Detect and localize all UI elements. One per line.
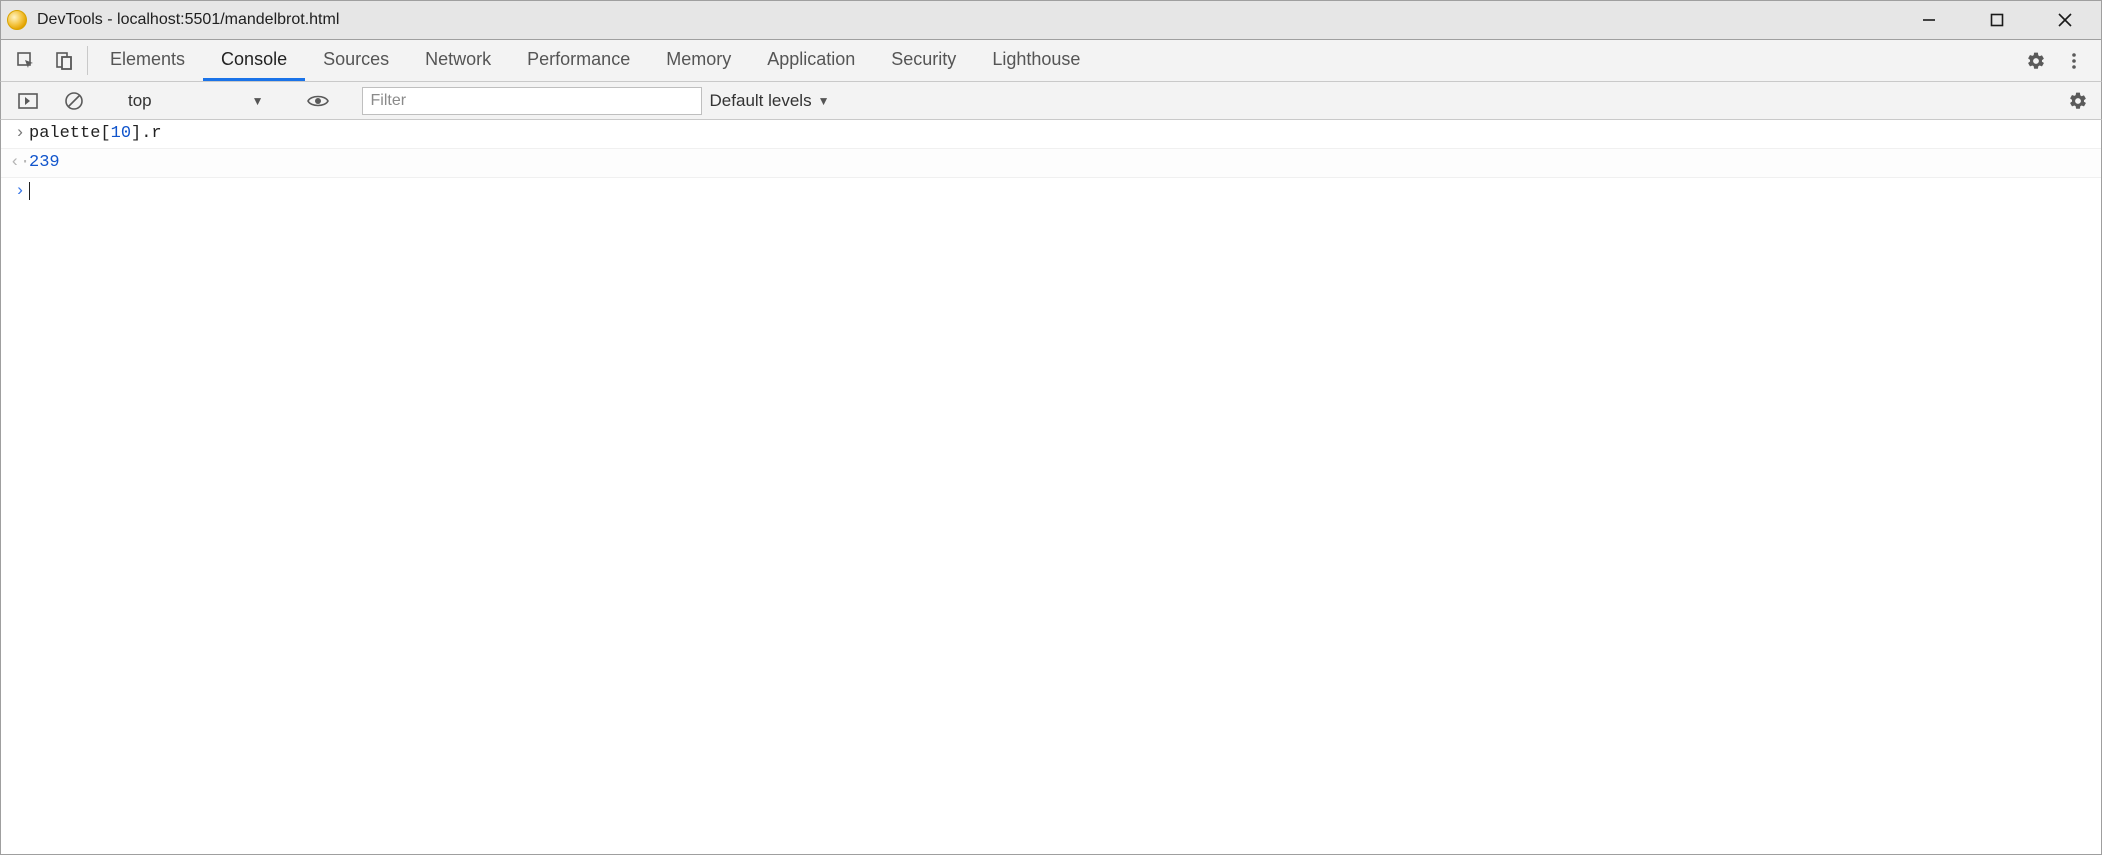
expr-part: ].r	[131, 124, 162, 143]
console-input-expression: palette[10].r	[29, 121, 162, 147]
maximize-icon	[1990, 13, 2004, 27]
tab-application[interactable]: Application	[749, 40, 873, 81]
minimize-icon	[1921, 12, 1937, 28]
tabbar-right-tools	[2004, 40, 2095, 81]
clear-icon	[64, 91, 84, 111]
live-expression-button[interactable]	[299, 93, 337, 109]
dropdown-icon: ▼	[818, 94, 830, 108]
inspect-icon	[16, 51, 36, 71]
devtools-tabbar: Elements Console Sources Network Perform…	[0, 40, 2102, 82]
gear-icon	[2068, 91, 2088, 111]
divider	[87, 46, 88, 75]
window-close-button[interactable]	[2045, 6, 2085, 34]
execution-context-select[interactable]: top ▼	[118, 91, 274, 111]
tab-security[interactable]: Security	[873, 40, 974, 81]
prompt-icon: ›	[11, 179, 29, 205]
inspect-element-button[interactable]	[7, 40, 45, 81]
window-titlebar: DevTools - localhost:5501/mandelbrot.htm…	[0, 0, 2102, 40]
console-toolbar: top ▼ Default levels ▼	[0, 82, 2102, 120]
dropdown-icon: ▼	[252, 94, 264, 108]
tab-console[interactable]: Console	[203, 40, 305, 81]
window-controls	[1909, 6, 2095, 34]
tab-network[interactable]: Network	[407, 40, 509, 81]
panel-tabs: Elements Console Sources Network Perform…	[92, 40, 1098, 81]
device-icon	[54, 51, 74, 71]
prompt-icon: ›	[11, 121, 29, 147]
tab-memory[interactable]: Memory	[648, 40, 749, 81]
tabbar-spacer	[1098, 40, 2004, 81]
console-prompt-input[interactable]	[29, 179, 30, 205]
sidebar-toggle-icon	[18, 93, 38, 109]
window-maximize-button[interactable]	[1977, 6, 2017, 34]
console-input-row: › palette[10].r	[1, 120, 2101, 149]
device-toolbar-button[interactable]	[45, 40, 83, 81]
tab-sources[interactable]: Sources	[305, 40, 407, 81]
text-cursor	[29, 182, 30, 200]
console-filter-input[interactable]	[362, 87, 702, 115]
more-menu-button[interactable]	[2059, 46, 2089, 76]
settings-button[interactable]	[2021, 46, 2051, 76]
context-label: top	[128, 91, 152, 111]
console-body[interactable]: › palette[10].r ‹· 239 ›	[0, 120, 2102, 855]
levels-label: Default levels	[710, 91, 812, 111]
kebab-icon	[2065, 52, 2083, 70]
expr-part: palette[	[29, 124, 111, 143]
console-prompt-row[interactable]: ›	[1, 178, 2101, 206]
toggle-sidebar-button[interactable]	[9, 93, 47, 109]
eye-icon	[307, 93, 329, 109]
gear-icon	[2026, 51, 2046, 71]
console-output-row: ‹· 239	[1, 149, 2101, 178]
tab-performance[interactable]: Performance	[509, 40, 648, 81]
output-number: 239	[29, 153, 60, 172]
log-levels-select[interactable]: Default levels ▼	[710, 91, 830, 111]
return-icon: ‹·	[11, 150, 29, 176]
console-output-value: 239	[29, 150, 60, 176]
window-title: DevTools - localhost:5501/mandelbrot.htm…	[37, 11, 339, 29]
expr-index: 10	[111, 124, 131, 143]
clear-console-button[interactable]	[55, 91, 93, 111]
window-minimize-button[interactable]	[1909, 6, 1949, 34]
close-icon	[2057, 12, 2073, 28]
devtools-app-icon	[7, 10, 27, 30]
console-settings-button[interactable]	[2063, 86, 2093, 116]
tab-elements[interactable]: Elements	[92, 40, 203, 81]
tab-lighthouse[interactable]: Lighthouse	[974, 40, 1098, 81]
